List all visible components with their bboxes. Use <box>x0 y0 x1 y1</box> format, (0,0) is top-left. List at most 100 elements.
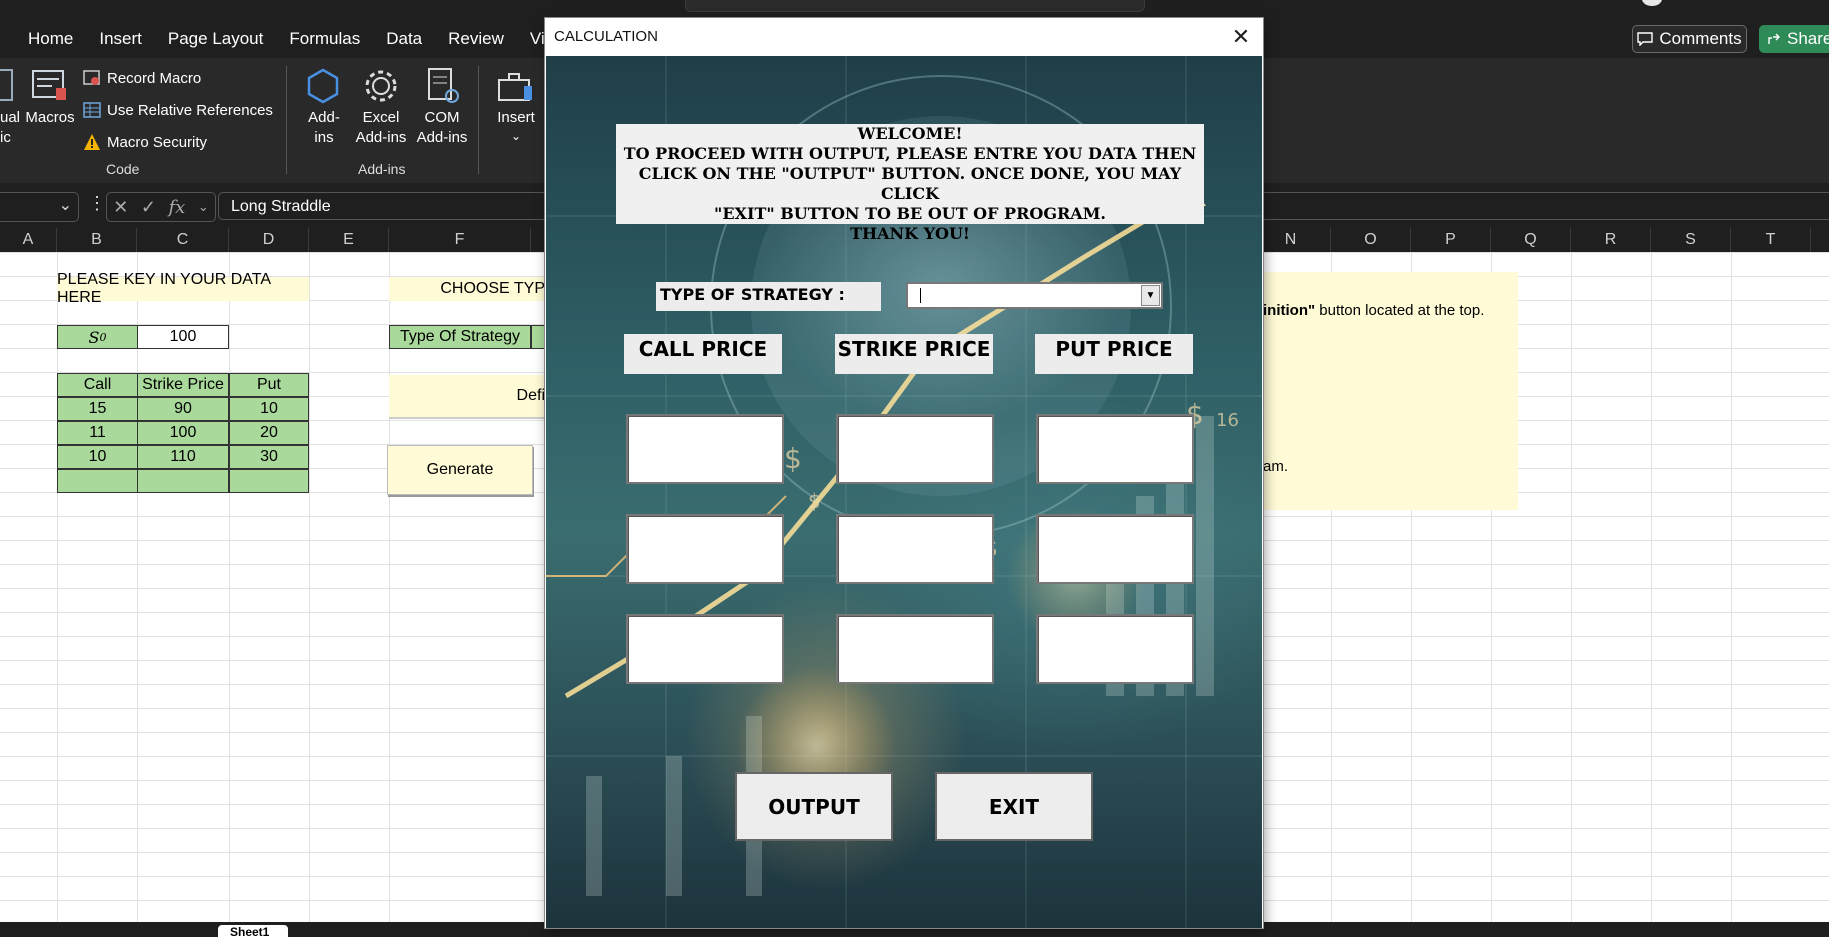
s0-subscript: 0 <box>99 330 107 344</box>
comments-button[interactable]: Comments <box>1632 25 1747 53</box>
column-header[interactable]: O <box>1331 228 1411 252</box>
call-price-label: CALL PRICE <box>624 334 782 374</box>
share-icon <box>1768 33 1780 44</box>
column-header[interactable]: E <box>309 228 389 252</box>
gridline <box>1571 252 1572 922</box>
table-cell[interactable] <box>57 469 138 493</box>
definition-button[interactable]: Defi <box>389 375 545 417</box>
use-relative-label: Use Relative References <box>107 101 273 119</box>
excel-addins-button[interactable]: Excel Add-ins <box>352 108 410 148</box>
chevron-down-icon[interactable]: ⌄ <box>506 126 526 146</box>
visual-basic-button[interactable]: ual ic <box>0 108 20 148</box>
strike-price-input-3[interactable] <box>836 614 994 684</box>
dialog-body: $$$ $16 WELCOME! TO PROCEED WITH OUTPUT,… <box>546 56 1262 928</box>
cancel-icon[interactable]: ✕ <box>113 197 128 218</box>
table-cell[interactable]: 100 <box>137 421 229 445</box>
column-header[interactable]: Q <box>1491 228 1571 252</box>
record-macro-button[interactable]: Record Macro <box>83 69 201 87</box>
addins-group-label: Add-ins <box>358 161 406 177</box>
s0-value-cell[interactable]: 100 <box>137 325 229 349</box>
choose-strategy-banner: CHOOSE TYP <box>389 277 545 301</box>
strike-price-input-1[interactable] <box>836 414 994 484</box>
column-header[interactable]: C <box>137 228 229 252</box>
strategy-cell[interactable] <box>531 325 545 349</box>
tab-page-layout[interactable]: Page Layout <box>156 26 275 56</box>
instructions-text-2: am. <box>1263 458 1289 475</box>
relative-references-icon <box>83 102 101 118</box>
type-of-strategy-label: Type Of Strategy <box>389 325 531 349</box>
table-cell[interactable] <box>137 469 229 493</box>
ribbon-separator <box>478 66 479 174</box>
call-price-input-1[interactable] <box>626 414 784 484</box>
sheet-tab[interactable]: Sheet1 <box>218 925 288 937</box>
table-cell[interactable]: 110 <box>137 445 229 469</box>
ribbon-tabs: Home Insert Page Layout Formulas Data Re… <box>0 26 568 56</box>
table-cell[interactable]: 11 <box>57 421 138 445</box>
put-price-input-2[interactable] <box>1036 514 1194 584</box>
put-price-label: PUT PRICE <box>1035 334 1193 374</box>
share-label: Share <box>1787 29 1829 48</box>
put-price-input-1[interactable] <box>1036 414 1194 484</box>
column-header[interactable]: S <box>1651 228 1731 252</box>
addins-icon <box>307 68 339 104</box>
enter-icon[interactable]: ✓ <box>141 197 156 218</box>
dialog-title: CALCULATION <box>545 18 1263 56</box>
chevron-down-icon[interactable]: ⌄ <box>59 195 72 215</box>
insert-function-icon[interactable]: fx <box>168 197 185 218</box>
table-cell[interactable]: 10 <box>229 397 309 421</box>
column-header[interactable]: T <box>1731 228 1811 252</box>
gridline <box>1651 252 1652 922</box>
generate-button[interactable]: Generate <box>387 445 533 495</box>
output-button[interactable]: OUTPUT <box>735 772 893 841</box>
strike-price-input-2[interactable] <box>836 514 994 584</box>
put-price-input-3[interactable] <box>1036 614 1194 684</box>
strategy-dropdown[interactable]: ▼ <box>906 282 1163 309</box>
record-macro-icon <box>83 70 100 85</box>
column-header[interactable]: P <box>1411 228 1491 252</box>
name-box[interactable]: ⌄ <box>0 192 79 222</box>
s0-label: S0 <box>57 325 138 349</box>
strike-price-label: STRIKE PRICE <box>835 334 993 374</box>
com-addins-icon <box>428 68 459 103</box>
call-price-input-2[interactable] <box>626 514 784 584</box>
search-box[interactable] <box>685 0 1145 12</box>
close-icon[interactable]: ✕ <box>1229 25 1253 49</box>
com-addins-button[interactable]: COM Add-ins <box>413 108 471 148</box>
table-cell[interactable]: 90 <box>137 397 229 421</box>
table-cell[interactable]: 20 <box>229 421 309 445</box>
instructions-rest: button located at the top. <box>1315 302 1485 319</box>
column-header[interactable]: F <box>389 228 531 252</box>
table-cell[interactable]: 15 <box>57 397 138 421</box>
column-header[interactable]: D <box>229 228 309 252</box>
call-price-input-3[interactable] <box>626 614 784 684</box>
macro-security-button[interactable]: Macro Security <box>83 133 207 151</box>
addins-button[interactable]: Add- ins <box>300 108 348 148</box>
use-relative-references-button[interactable]: Use Relative References <box>83 101 273 119</box>
tab-home[interactable]: Home <box>16 26 85 56</box>
column-header[interactable]: A <box>0 228 57 252</box>
tab-data[interactable]: Data <box>374 26 434 56</box>
column-header[interactable]: N <box>1251 228 1331 252</box>
column-header[interactable]: R <box>1571 228 1651 252</box>
table-cell[interactable]: 30 <box>229 445 309 469</box>
tab-formulas[interactable]: Formulas <box>277 26 372 56</box>
table-cell[interactable]: 10 <box>57 445 138 469</box>
table-cell[interactable] <box>229 469 309 493</box>
welcome-message: WELCOME! TO PROCEED WITH OUTPUT, PLEASE … <box>616 124 1204 243</box>
formula-controls: ✕ ✓ fx ⌄ <box>106 192 216 222</box>
profile-avatar[interactable] <box>1642 0 1662 6</box>
column-header[interactable]: B <box>57 228 137 252</box>
insert-control-button[interactable]: Insert <box>492 108 540 128</box>
chevron-down-icon[interactable]: ⌄ <box>198 199 209 215</box>
calculation-dialog: CALCULATION ✕ $ $ $ 16 WELCOME! TO PROCE… <box>545 18 1263 928</box>
share-button[interactable]: Share <box>1759 25 1829 53</box>
macros-button[interactable]: Macros <box>24 108 76 128</box>
tab-review[interactable]: Review <box>436 26 516 56</box>
svg-text:$: $ <box>784 442 802 475</box>
exit-button[interactable]: EXIT <box>935 772 1093 841</box>
table-header-strike: Strike Price <box>137 373 229 397</box>
svg-text:16: 16 <box>1216 410 1239 431</box>
dropdown-arrow-icon[interactable]: ▼ <box>1141 285 1160 306</box>
more-options-icon[interactable]: ⋮ <box>88 193 106 214</box>
tab-insert[interactable]: Insert <box>87 26 154 56</box>
